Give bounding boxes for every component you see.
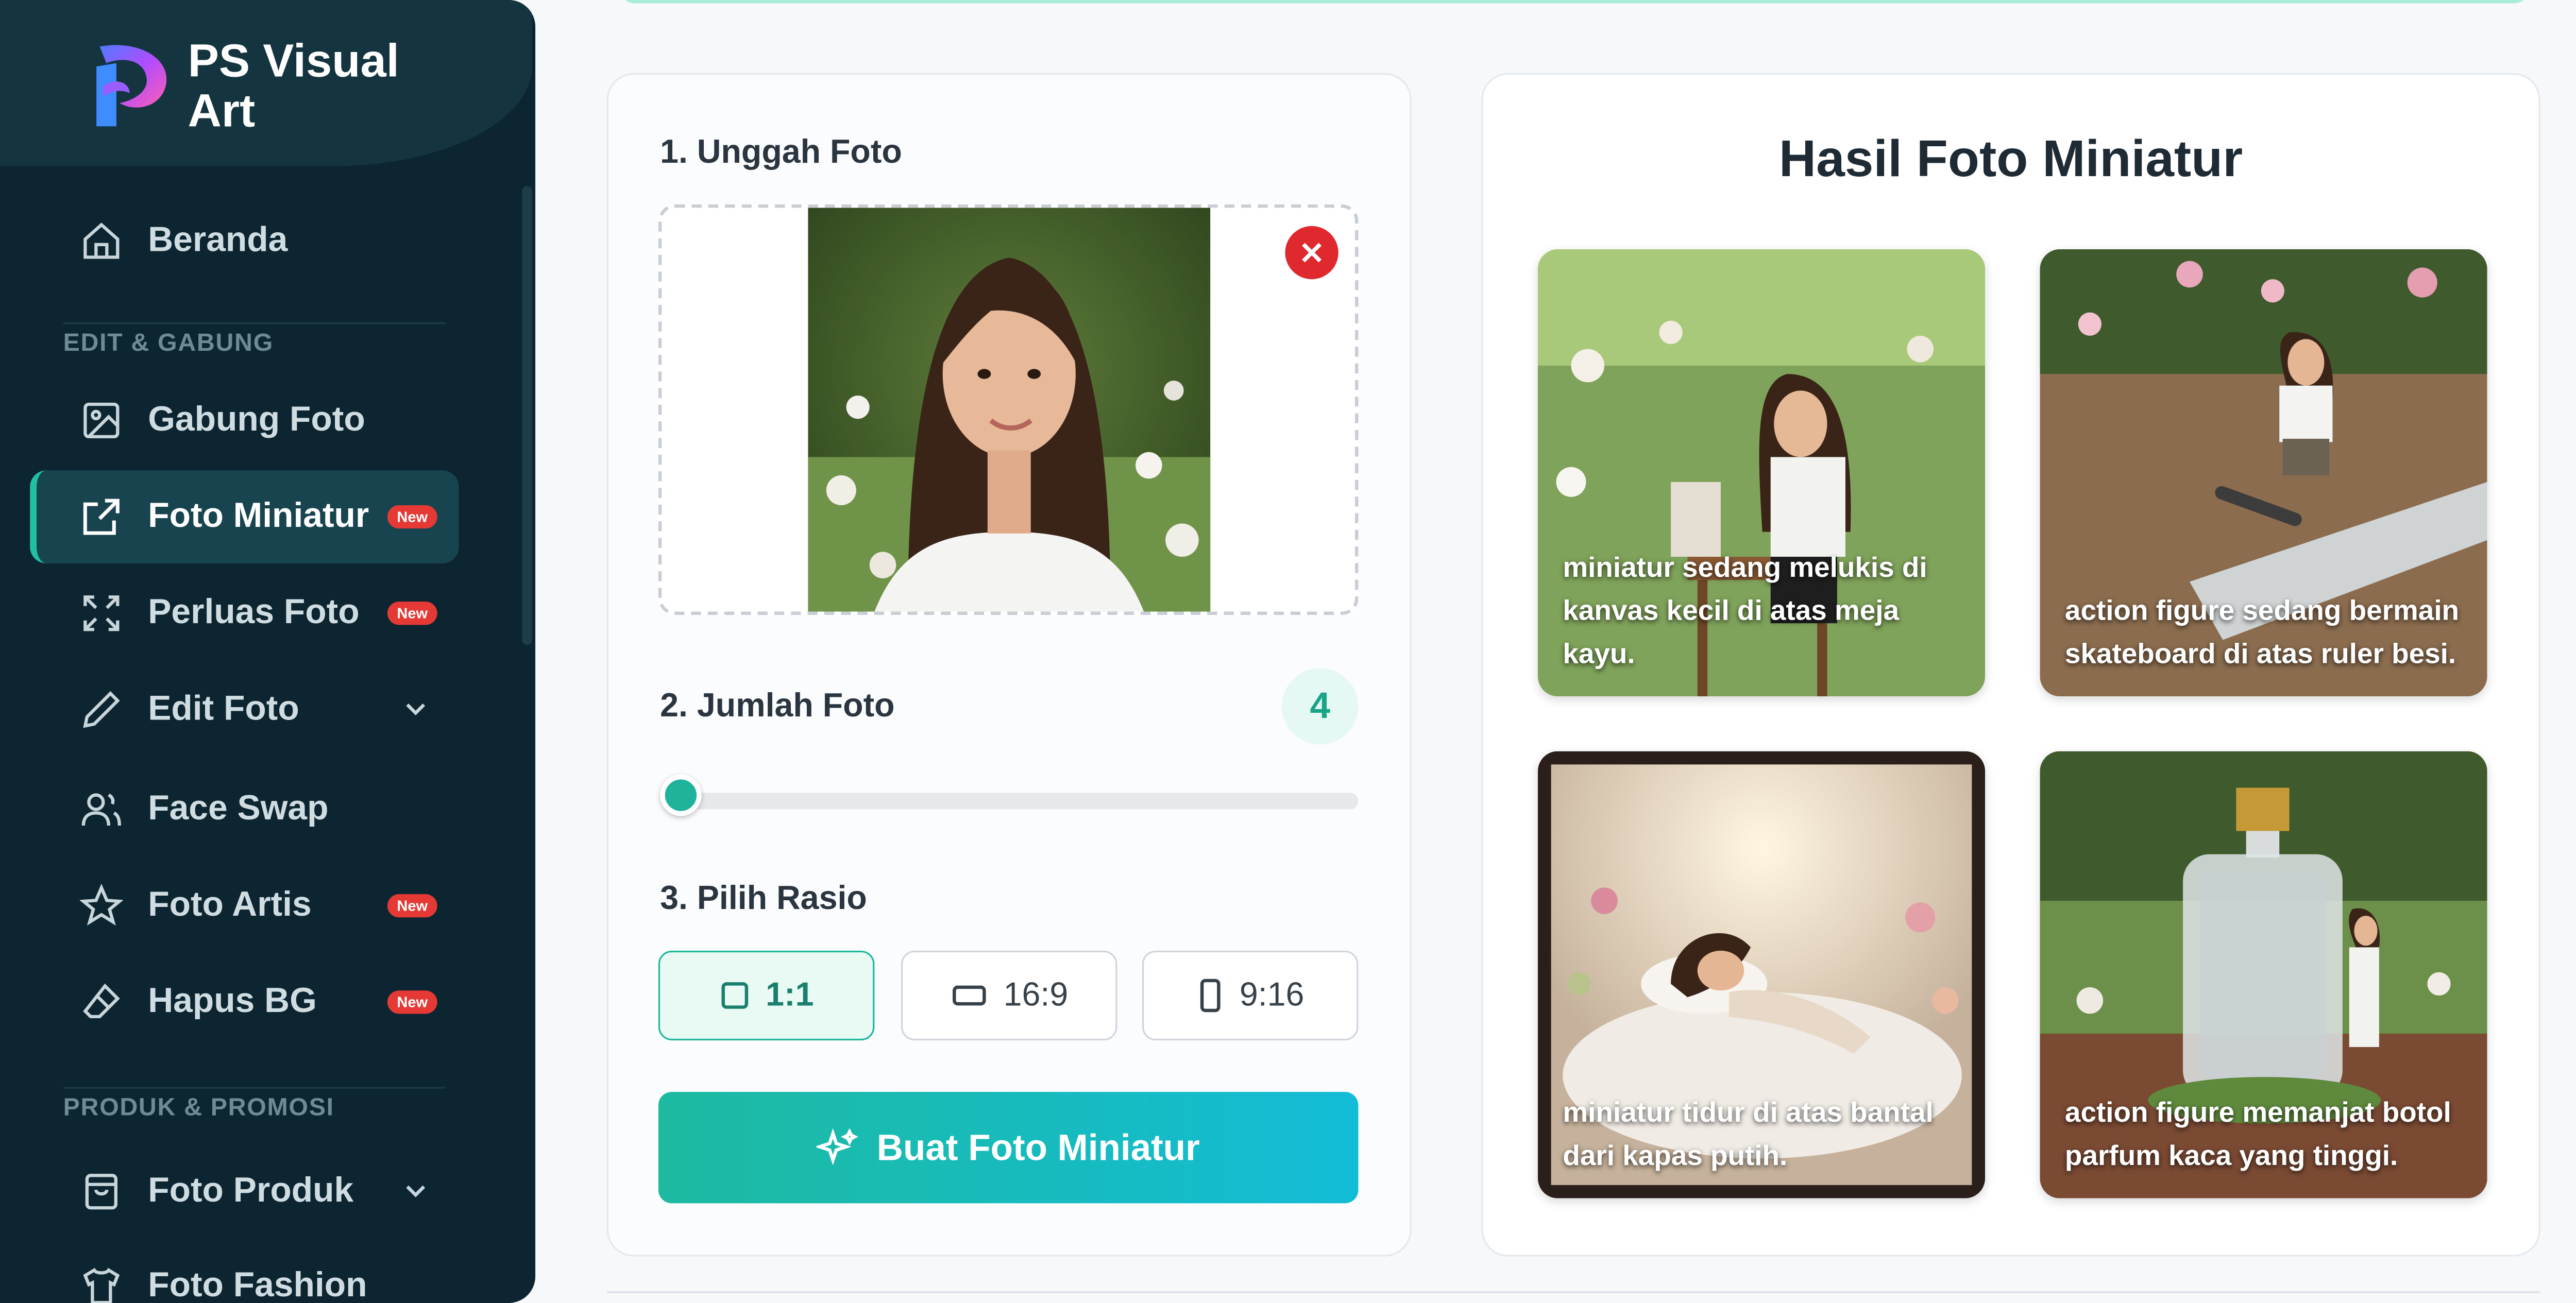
result-caption: miniatur tidur di atas bantal dari kapas… — [1563, 1096, 1934, 1172]
portrait-icon — [1199, 979, 1220, 1013]
sidebar-scrollbar[interactable] — [522, 186, 532, 645]
chevron-down-icon — [406, 1185, 426, 1197]
sidebar-item-label: Gabung Foto — [148, 400, 365, 439]
chevron-down-icon — [406, 703, 426, 715]
sidebar-item-label: Foto Artis — [148, 885, 312, 924]
sidebar-item-label: Beranda — [148, 221, 288, 260]
brand-logo — [96, 45, 167, 127]
result-caption: miniatur sedang melukis di kanvas kecil … — [1563, 552, 1927, 670]
sidebar-item-hapus-bg[interactable]: Hapus BG New — [30, 956, 459, 1049]
section-label-produk: PRODUK & PROMOSI — [63, 1093, 334, 1122]
eraser-icon — [83, 983, 120, 1018]
brand: PS Visual Art — [0, 0, 532, 166]
sidebar-item-foto-miniatur[interactable]: Foto Miniatur New — [30, 470, 459, 563]
star-icon — [79, 884, 123, 926]
sparkle-icon — [817, 1127, 859, 1165]
ratio-label: 3. Pilih Rasio — [660, 881, 867, 918]
sidebar-item-beranda[interactable]: Beranda — [30, 195, 459, 288]
divider — [63, 322, 446, 324]
upload-label: 1. Unggah Foto — [660, 134, 902, 172]
result-card[interactable]: action figure sedang bermain skateboard … — [2040, 249, 2487, 697]
users-icon — [81, 793, 121, 826]
bag-icon — [85, 1174, 117, 1210]
sidebar-item-label: Foto Miniatur — [148, 496, 369, 536]
square-icon — [721, 982, 748, 1009]
image-icon — [83, 402, 120, 439]
result-card[interactable]: miniatur sedang melukis di kanvas kecil … — [1537, 249, 1986, 697]
ratio-button-16-9[interactable]: 16:9 — [901, 950, 1117, 1041]
ratio-label-text: 9:16 — [1239, 976, 1304, 1013]
new-badge: New — [387, 602, 437, 625]
divider — [63, 1087, 446, 1089]
count-value: 4 — [1282, 668, 1359, 745]
expand-icon — [83, 595, 120, 631]
new-badge: New — [387, 990, 437, 1014]
sidebar-item-foto-artis[interactable]: Foto Artis New — [30, 859, 459, 952]
sidebar-item-label: Perluas Foto — [148, 593, 360, 632]
sidebar-item-label: Foto Fashion — [148, 1266, 367, 1303]
ratio-button-1-1[interactable]: 1:1 — [658, 950, 875, 1041]
section-label-edit: EDIT & GABUNG — [63, 329, 274, 357]
sidebar-item-edit-foto[interactable]: Edit Foto — [30, 663, 459, 757]
generate-label: Buat Foto Miniatur — [876, 1126, 1200, 1168]
external-edit-icon — [83, 499, 120, 535]
ratio-label-text: 1:1 — [766, 976, 814, 1013]
sidebar-item-label: Foto Produk — [148, 1172, 354, 1210]
new-badge: New — [387, 505, 437, 529]
ratio-label-text: 16:9 — [1003, 976, 1069, 1013]
sidebar-item-foto-fashion[interactable]: Foto Fashion — [30, 1240, 459, 1303]
result-card[interactable]: action figure memanjat botol parfum kaca… — [2040, 751, 2487, 1198]
sidebar: PS Visual Art Beranda EDIT & GABUNG Gabu… — [0, 0, 536, 1303]
home-icon — [83, 222, 120, 259]
sidebar-item-foto-produk[interactable]: Foto Produk — [30, 1145, 459, 1238]
ratio-button-9-16[interactable]: 9:16 — [1142, 950, 1359, 1041]
pencil-icon — [83, 691, 120, 728]
sidebar-item-label: Edit Foto — [148, 690, 299, 728]
sidebar-item-label: Hapus BG — [148, 982, 317, 1021]
shirt-icon — [83, 1267, 120, 1303]
sidebar-item-perluas-foto[interactable]: Perluas Foto New — [30, 567, 459, 660]
count-slider-thumb[interactable] — [660, 774, 702, 816]
remove-photo-button[interactable] — [1285, 226, 1338, 280]
close-icon — [1302, 243, 1321, 263]
new-badge: New — [387, 894, 437, 918]
brand-name: PS Visual Art — [188, 35, 399, 136]
count-label: 2. Jumlah Foto — [660, 688, 895, 725]
result-caption: action figure memanjat botol parfum kaca… — [2064, 1096, 2451, 1172]
results-title: Hasil Foto Miniatur — [1778, 129, 2243, 188]
sidebar-item-face-swap[interactable]: Face Swap — [30, 763, 459, 856]
section-divider — [606, 1291, 2540, 1293]
sidebar-item-label: Face Swap — [148, 789, 329, 828]
result-caption: action figure sedang bermain skateboard … — [2064, 595, 2460, 670]
uploaded-photo — [808, 208, 1211, 612]
landscape-icon — [952, 985, 986, 1006]
count-slider[interactable] — [662, 793, 1359, 810]
generate-button[interactable]: Buat Foto Miniatur — [658, 1092, 1359, 1204]
sidebar-item-gabung-foto[interactable]: Gabung Foto — [30, 374, 459, 467]
result-card[interactable]: miniatur tidur di atas bantal dari kapas… — [1537, 751, 1986, 1198]
top-banner-edge — [618, 0, 2531, 4]
